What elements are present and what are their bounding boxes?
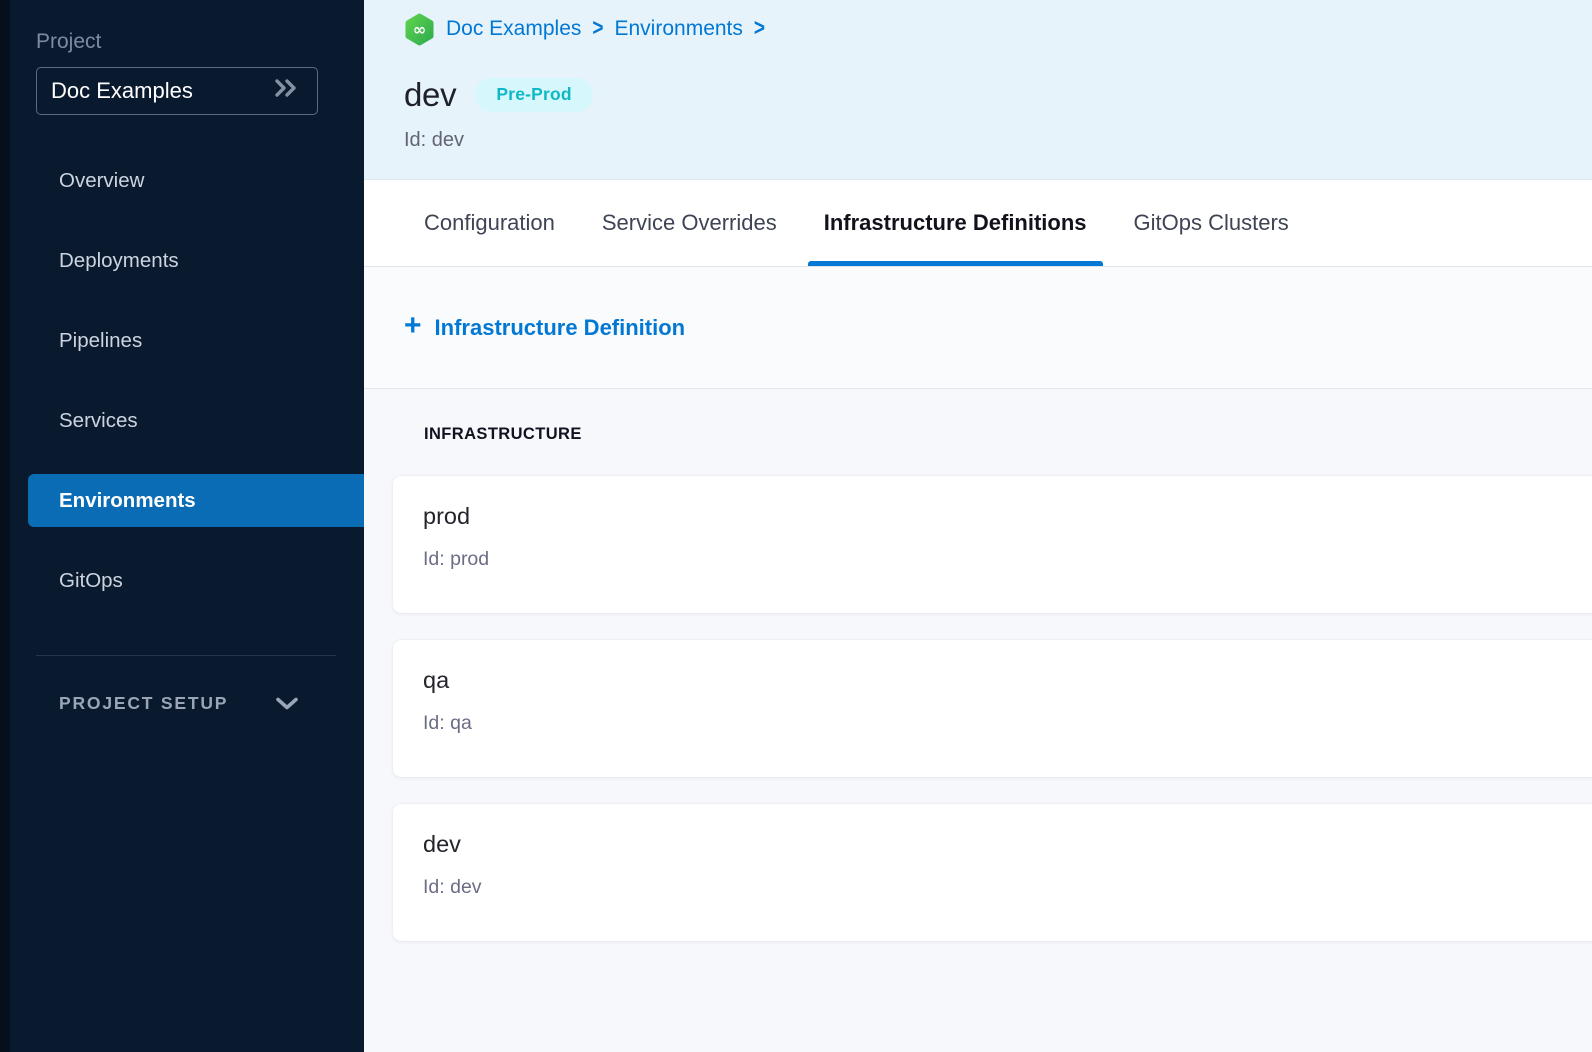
infrastructure-row-prod[interactable]: prod Id: prod <box>393 476 1592 613</box>
tab-service-overrides[interactable]: Service Overrides <box>602 180 777 266</box>
tab-infrastructure-definitions[interactable]: Infrastructure Definitions <box>824 180 1087 266</box>
infrastructure-cards: prod Id: prod qa Id: qa dev Id: dev <box>393 476 1592 941</box>
sidebar-item-pipelines[interactable]: Pipelines <box>0 301 364 381</box>
add-infrastructure-definition-button[interactable]: + Infrastructure Definition <box>404 314 685 341</box>
project-setup-label: PROJECT SETUP <box>59 693 228 714</box>
infrastructure-list: INFRASTRUCTURE prod Id: prod qa Id: qa d… <box>364 389 1592 1052</box>
project-setup-toggle[interactable]: PROJECT SETUP <box>59 693 364 714</box>
sidebar-item-services[interactable]: Services <box>0 381 364 461</box>
sidebar-item-label: Pipelines <box>0 329 142 353</box>
sidebar-item-label: Services <box>0 409 138 433</box>
breadcrumb-separator-icon: > <box>754 15 765 43</box>
breadcrumb: ∞ Doc Examples > Environments > <box>404 13 1592 45</box>
sidebar-item-label: Overview <box>0 169 144 193</box>
sidebar-item-gitops[interactable]: GitOps <box>0 541 364 621</box>
infrastructure-row-qa[interactable]: qa Id: qa <box>393 640 1592 777</box>
sidebar-item-deployments[interactable]: Deployments <box>0 221 364 301</box>
double-chevron-right-icon <box>272 77 302 105</box>
project-selector-value: Doc Examples <box>51 78 193 104</box>
sidebar-nav: Overview Deployments Pipelines Services … <box>0 141 364 621</box>
title-row: dev Pre-Prod <box>404 76 1592 114</box>
infrastructure-name: prod <box>423 503 1574 530</box>
environment-type-badge: Pre-Prod <box>475 78 593 112</box>
sidebar-item-label: Deployments <box>0 249 179 273</box>
breadcrumb-link-project[interactable]: Doc Examples <box>446 17 581 41</box>
environment-header: ∞ Doc Examples > Environments > dev Pre-… <box>364 0 1592 180</box>
environment-id: Id: dev <box>404 129 1592 152</box>
infrastructure-id: Id: prod <box>423 548 1574 571</box>
breadcrumb-link-environments[interactable]: Environments <box>615 17 743 41</box>
plus-icon: + <box>404 311 422 341</box>
chevron-down-icon <box>274 695 300 712</box>
harness-cd-icon: ∞ <box>404 13 435 46</box>
infrastructure-name: qa <box>423 667 1574 694</box>
environment-detail-page: ∞ Doc Examples > Environments > dev Pre-… <box>364 0 1592 1052</box>
column-header-infrastructure: INFRASTRUCTURE <box>393 425 1592 444</box>
svg-text:∞: ∞ <box>413 20 426 39</box>
app-window: Project Doc Examples Overview Deployment… <box>0 0 1592 1052</box>
add-button-label: Infrastructure Definition <box>435 315 686 341</box>
project-sidebar: Project Doc Examples Overview Deployment… <box>0 0 364 1052</box>
sidebar-item-label: Environments <box>0 489 196 513</box>
infrastructure-row-dev[interactable]: dev Id: dev <box>393 804 1592 941</box>
infrastructure-toolbar: + Infrastructure Definition <box>364 267 1592 389</box>
sidebar-divider <box>36 655 336 656</box>
sidebar-item-overview[interactable]: Overview <box>0 141 364 221</box>
tab-gitops-clusters[interactable]: GitOps Clusters <box>1134 180 1289 266</box>
environment-tabs: Configuration Service Overrides Infrastr… <box>364 180 1592 267</box>
infrastructure-id: Id: qa <box>423 712 1574 735</box>
project-selector[interactable]: Doc Examples <box>36 67 318 115</box>
sidebar-item-label: GitOps <box>0 569 123 593</box>
tab-configuration[interactable]: Configuration <box>424 180 555 266</box>
breadcrumb-separator-icon: > <box>592 15 603 43</box>
project-label: Project <box>36 30 364 54</box>
sidebar-item-environments[interactable]: Environments <box>0 461 364 541</box>
page-title: dev <box>404 76 456 114</box>
infrastructure-id: Id: dev <box>423 876 1574 899</box>
infrastructure-name: dev <box>423 831 1574 858</box>
